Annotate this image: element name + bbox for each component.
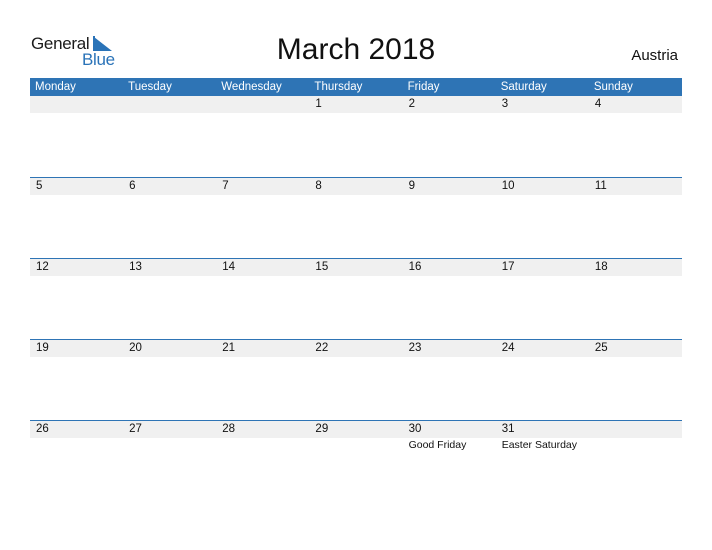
week-row: 12 13 14 15 16 17 18: [30, 258, 682, 339]
weekday-sunday: Sunday: [593, 81, 633, 93]
holiday-label: [496, 195, 589, 196]
day-number: 6: [129, 180, 136, 192]
holiday-label: [123, 195, 216, 196]
holiday-label: [216, 276, 309, 277]
holiday-label: [309, 357, 402, 358]
day-number: [123, 96, 216, 113]
week-row: 26 27 28 29 30 31 Good Friday Easter Saturday: [30, 420, 682, 501]
holiday-label: [403, 276, 496, 277]
weekday-wednesday: Wednesday: [221, 81, 282, 93]
day-number: 10: [501, 180, 515, 192]
calendar-grid: Monday Tuesday Wednesday Thursday Friday…: [30, 78, 682, 501]
day-number: [216, 96, 309, 113]
day-number: 13: [129, 261, 142, 273]
holiday-label: [309, 113, 402, 114]
holiday-label: [496, 276, 589, 277]
day-number: 16: [408, 261, 422, 273]
holiday-label: [123, 438, 216, 452]
day-number-band: 5 6 7 8 9 10 11: [30, 178, 682, 195]
weekday-header: Monday Tuesday Wednesday Thursday Friday…: [30, 78, 682, 96]
day-number: 23: [408, 342, 422, 354]
day-number: 19: [36, 342, 49, 354]
holiday-label: [30, 276, 123, 277]
holiday-label: [309, 195, 402, 196]
day-number: 29: [315, 423, 329, 435]
day-number: [30, 96, 123, 113]
event-band: [30, 276, 682, 277]
holiday-label: [216, 195, 309, 196]
holiday-label: [309, 276, 402, 277]
day-number-band: 12 13 14 15 16 17 18: [30, 259, 682, 276]
weekday-tuesday: Tuesday: [128, 81, 172, 93]
day-number: 25: [594, 342, 608, 354]
holiday-label: [496, 113, 589, 114]
holiday-label: [216, 113, 309, 114]
day-number: 4: [594, 98, 602, 110]
day-number: 17: [501, 261, 515, 273]
holiday-label: [589, 195, 682, 196]
day-number: 5: [36, 180, 43, 192]
holiday-label: [309, 438, 402, 452]
holiday-label: [589, 357, 682, 358]
holiday-label: [30, 113, 123, 114]
weekday-saturday: Saturday: [500, 81, 547, 93]
event-band: Good Friday Easter Saturday: [30, 438, 682, 452]
day-number: 30: [408, 423, 422, 435]
weekday-thursday: Thursday: [314, 81, 363, 93]
holiday-label: [123, 113, 216, 114]
holiday-label: Easter Saturday: [501, 439, 577, 451]
event-band: [30, 195, 682, 196]
day-number: 26: [36, 423, 49, 435]
calendar-title: March 2018: [276, 33, 436, 66]
day-number: 1: [315, 98, 322, 110]
day-number: [589, 421, 682, 438]
weeks-container: 1 2 3 4 5 6 7 8 9 10 11 12 13 14 15 16 17 18 19 20 21 22 23 24 2…: [30, 96, 682, 501]
holiday-label: [589, 276, 682, 277]
holiday-label: [589, 438, 682, 452]
day-number: 8: [315, 180, 322, 192]
weekday-friday: Friday: [407, 81, 440, 93]
holiday-label: [403, 113, 496, 114]
week-row: 19 20 21 22 23 24 25: [30, 339, 682, 420]
holiday-label: [216, 438, 309, 452]
holiday-label: [123, 357, 216, 358]
day-number: 24: [501, 342, 515, 354]
day-number-band: 26 27 28 29 30 31: [30, 421, 682, 438]
day-number: 28: [222, 423, 236, 435]
holiday-label: [589, 113, 682, 114]
holiday-label: [30, 438, 123, 452]
day-number: 18: [594, 261, 608, 273]
day-number: 27: [129, 423, 142, 435]
holiday-label: [123, 276, 216, 277]
holiday-label: [30, 195, 123, 196]
day-number: 31: [501, 423, 515, 435]
country-label: Austria: [631, 47, 678, 64]
day-number-band: 19 20 21 22 23 24 25: [30, 340, 682, 357]
day-number: 2: [408, 98, 415, 110]
week-row: 1 2 3 4: [30, 96, 682, 177]
day-number: 3: [501, 98, 509, 110]
holiday-label: [216, 357, 309, 358]
day-number: 14: [222, 261, 236, 273]
day-number: 21: [222, 342, 236, 354]
week-row: 5 6 7 8 9 10 11: [30, 177, 682, 258]
day-number: 15: [315, 261, 329, 273]
holiday-label: Good Friday: [408, 439, 467, 451]
day-number: 7: [222, 180, 229, 192]
day-number: 22: [315, 342, 329, 354]
day-number: 11: [594, 180, 607, 192]
day-number-band: 1 2 3 4: [30, 96, 682, 113]
weekday-monday: Monday: [35, 81, 76, 93]
holiday-label: [30, 357, 123, 358]
day-number: 12: [36, 261, 49, 273]
day-number: 20: [129, 342, 142, 354]
holiday-label: [403, 357, 496, 358]
event-band: [30, 357, 682, 358]
holiday-label: [496, 357, 589, 358]
holiday-label: [403, 195, 496, 196]
event-band: [30, 113, 682, 114]
day-number: 9: [408, 180, 415, 192]
